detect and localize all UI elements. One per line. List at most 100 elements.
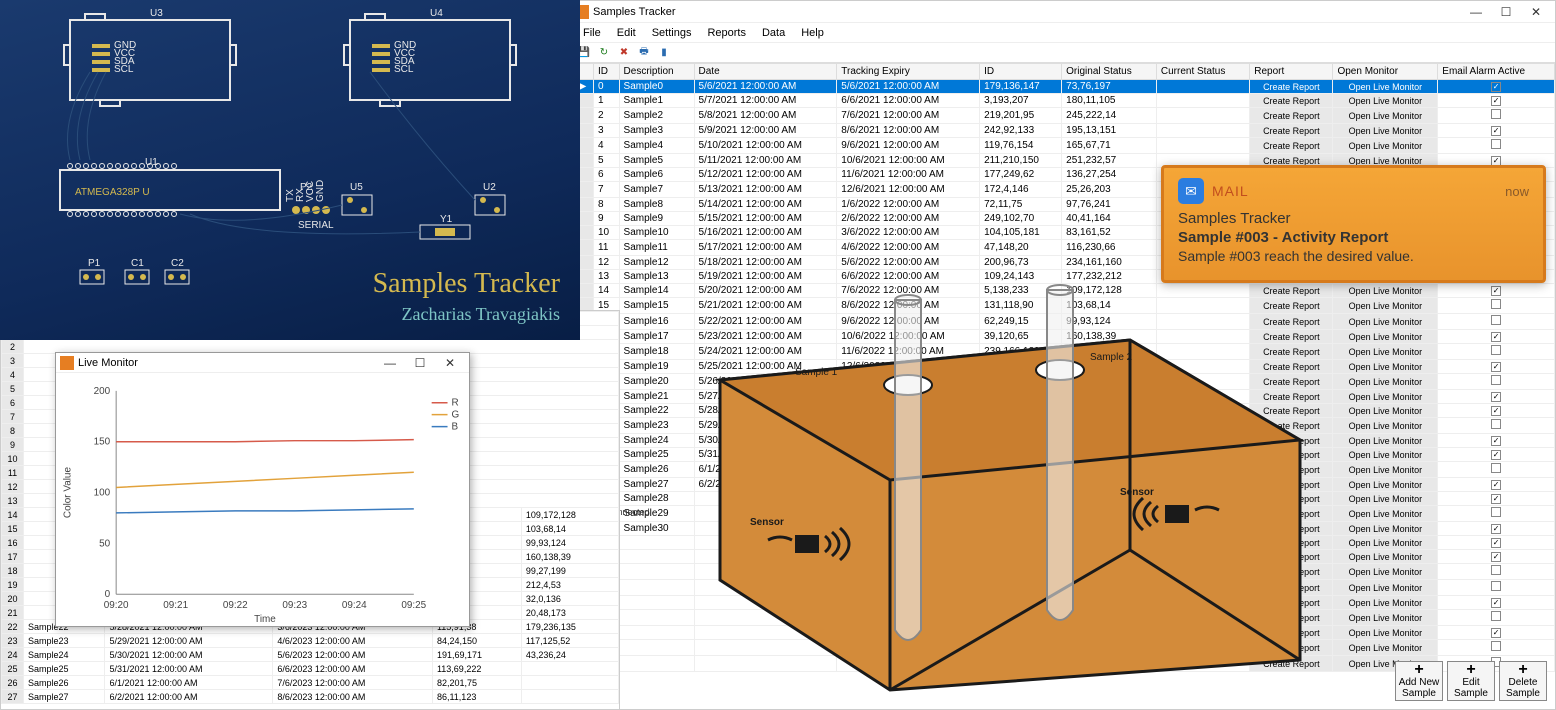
create-report-button[interactable]: Create Report: [1250, 124, 1333, 138]
menu-settings[interactable]: Settings: [644, 27, 700, 39]
alarm-checkbox[interactable]: ✓: [1491, 332, 1501, 342]
menu-data[interactable]: Data: [754, 27, 793, 39]
alarm-checkbox[interactable]: ✓: [1491, 538, 1501, 548]
open-monitor-button[interactable]: Open Live Monitor: [1333, 522, 1438, 536]
alarm-checkbox[interactable]: [1491, 315, 1501, 325]
col-header[interactable]: Tracking Expiry: [837, 64, 980, 80]
table-row[interactable]: 23Sample235/29/2021 12:00:00 AM4/6/2023 …: [2, 634, 619, 648]
open-monitor-button[interactable]: Open Live Monitor: [1333, 298, 1438, 314]
open-monitor-button[interactable]: Open Live Monitor: [1333, 610, 1438, 626]
col-header[interactable]: Date: [694, 64, 837, 80]
alarm-checkbox[interactable]: [1491, 565, 1501, 575]
col-header[interactable]: Original Status: [1062, 64, 1157, 80]
create-report-button[interactable]: Create Report: [1250, 108, 1333, 124]
alarm-checkbox[interactable]: [1491, 299, 1501, 309]
open-monitor-button[interactable]: Open Live Monitor: [1333, 434, 1438, 448]
alarm-checkbox[interactable]: ✓: [1491, 286, 1501, 296]
table-row[interactable]: 3Sample35/9/2021 12:00:00 AM8/6/2021 12:…: [572, 124, 1555, 138]
lm-minimize[interactable]: —: [375, 356, 405, 370]
open-monitor-button[interactable]: Open Live Monitor: [1333, 108, 1438, 124]
col-header[interactable]: Current Status: [1156, 64, 1249, 80]
alarm-checkbox[interactable]: [1491, 345, 1501, 355]
alarm-checkbox[interactable]: [1491, 611, 1501, 621]
close-button[interactable]: ✕: [1521, 5, 1551, 19]
open-monitor-button[interactable]: Open Live Monitor: [1333, 330, 1438, 344]
mail-notification[interactable]: ✉ MAIL now Samples Tracker Sample #003 -…: [1161, 165, 1546, 283]
create-report-button[interactable]: Create Report: [1250, 94, 1333, 108]
open-monitor-button[interactable]: Open Live Monitor: [1333, 550, 1438, 564]
table-row[interactable]: ▶0Sample05/6/2021 12:00:00 AM5/6/2021 12…: [572, 80, 1555, 94]
delete-sample-button[interactable]: +Delete Sample: [1499, 661, 1547, 701]
alarm-checkbox[interactable]: ✓: [1491, 494, 1501, 504]
open-monitor-button[interactable]: Open Live Monitor: [1333, 536, 1438, 550]
lm-maximize[interactable]: ☐: [405, 356, 435, 370]
create-report-button[interactable]: Create Report: [1250, 138, 1333, 154]
open-monitor-button[interactable]: Open Live Monitor: [1333, 564, 1438, 580]
open-monitor-button[interactable]: Open Live Monitor: [1333, 418, 1438, 434]
alarm-checkbox[interactable]: [1491, 419, 1501, 429]
alarm-checkbox[interactable]: ✓: [1491, 436, 1501, 446]
create-report-button[interactable]: Create Report: [1250, 80, 1333, 94]
alarm-checkbox[interactable]: ✓: [1491, 362, 1501, 372]
minimize-button[interactable]: —: [1461, 5, 1491, 19]
alarm-checkbox[interactable]: ✓: [1491, 598, 1501, 608]
table-row[interactable]: 4Sample45/10/2021 12:00:00 AM9/6/2021 12…: [572, 138, 1555, 154]
alarm-checkbox[interactable]: [1491, 139, 1501, 149]
col-header[interactable]: ID: [980, 64, 1062, 80]
open-monitor-button[interactable]: Open Live Monitor: [1333, 390, 1438, 404]
open-monitor-button[interactable]: Open Live Monitor: [1333, 506, 1438, 522]
col-header[interactable]: Open Monitor: [1333, 64, 1438, 80]
menu-reports[interactable]: Reports: [699, 27, 754, 39]
menu-file[interactable]: File: [575, 27, 609, 39]
alarm-checkbox[interactable]: ✓: [1491, 126, 1501, 136]
col-header[interactable]: Description: [619, 64, 694, 80]
alarm-checkbox[interactable]: ✓: [1491, 82, 1501, 92]
col-header[interactable]: ID: [594, 64, 620, 80]
alarm-checkbox[interactable]: [1491, 463, 1501, 473]
open-monitor-button[interactable]: Open Live Monitor: [1333, 360, 1438, 374]
open-monitor-button[interactable]: Open Live Monitor: [1333, 94, 1438, 108]
alarm-checkbox[interactable]: ✓: [1491, 450, 1501, 460]
table-row[interactable]: 1Sample15/7/2021 12:00:00 AM6/6/2021 12:…: [572, 94, 1555, 108]
open-monitor-button[interactable]: Open Live Monitor: [1333, 596, 1438, 610]
alarm-checkbox[interactable]: ✓: [1491, 524, 1501, 534]
open-monitor-button[interactable]: Open Live Monitor: [1333, 284, 1438, 298]
open-monitor-button[interactable]: Open Live Monitor: [1333, 80, 1438, 94]
alarm-checkbox[interactable]: [1491, 641, 1501, 651]
alarm-checkbox[interactable]: ✓: [1491, 480, 1501, 490]
refresh-icon[interactable]: ↻: [595, 45, 613, 61]
col-header[interactable]: Report: [1250, 64, 1333, 80]
open-monitor-button[interactable]: Open Live Monitor: [1333, 462, 1438, 478]
add-sample-button[interactable]: +Add New Sample: [1395, 661, 1443, 701]
print-icon[interactable]: 🖶: [635, 45, 653, 61]
maximize-button[interactable]: ☐: [1491, 5, 1521, 19]
alarm-checkbox[interactable]: ✓: [1491, 96, 1501, 106]
edit-sample-button[interactable]: +Edit Sample: [1447, 661, 1495, 701]
chart-icon[interactable]: ▮: [655, 45, 673, 61]
menu-help[interactable]: Help: [793, 27, 832, 39]
open-monitor-button[interactable]: Open Live Monitor: [1333, 124, 1438, 138]
table-row[interactable]: 24Sample245/30/2021 12:00:00 AM5/6/2023 …: [2, 648, 619, 662]
open-monitor-button[interactable]: Open Live Monitor: [1333, 404, 1438, 418]
open-monitor-button[interactable]: Open Live Monitor: [1333, 448, 1438, 462]
open-monitor-button[interactable]: Open Live Monitor: [1333, 640, 1438, 656]
open-monitor-button[interactable]: Open Live Monitor: [1333, 138, 1438, 154]
alarm-checkbox[interactable]: ✓: [1491, 406, 1501, 416]
open-monitor-button[interactable]: Open Live Monitor: [1333, 626, 1438, 640]
lm-close[interactable]: ✕: [435, 356, 465, 370]
table-row[interactable]: 2Sample25/8/2021 12:00:00 AM7/6/2021 12:…: [572, 108, 1555, 124]
alarm-checkbox[interactable]: [1491, 375, 1501, 385]
table-row[interactable]: 26Sample266/1/2021 12:00:00 AM7/6/2023 1…: [2, 676, 619, 690]
open-monitor-button[interactable]: Open Live Monitor: [1333, 344, 1438, 360]
table-row[interactable]: 25Sample255/31/2021 12:00:00 AM6/6/2023 …: [2, 662, 619, 676]
alarm-checkbox[interactable]: ✓: [1491, 392, 1501, 402]
open-monitor-button[interactable]: Open Live Monitor: [1333, 374, 1438, 390]
alarm-checkbox[interactable]: [1491, 581, 1501, 591]
open-monitor-button[interactable]: Open Live Monitor: [1333, 492, 1438, 506]
delete-icon[interactable]: ✖: [615, 45, 633, 61]
open-monitor-button[interactable]: Open Live Monitor: [1333, 478, 1438, 492]
alarm-checkbox[interactable]: ✓: [1491, 552, 1501, 562]
menu-edit[interactable]: Edit: [609, 27, 644, 39]
col-header[interactable]: Email Alarm Active: [1438, 64, 1555, 80]
alarm-checkbox[interactable]: [1491, 507, 1501, 517]
